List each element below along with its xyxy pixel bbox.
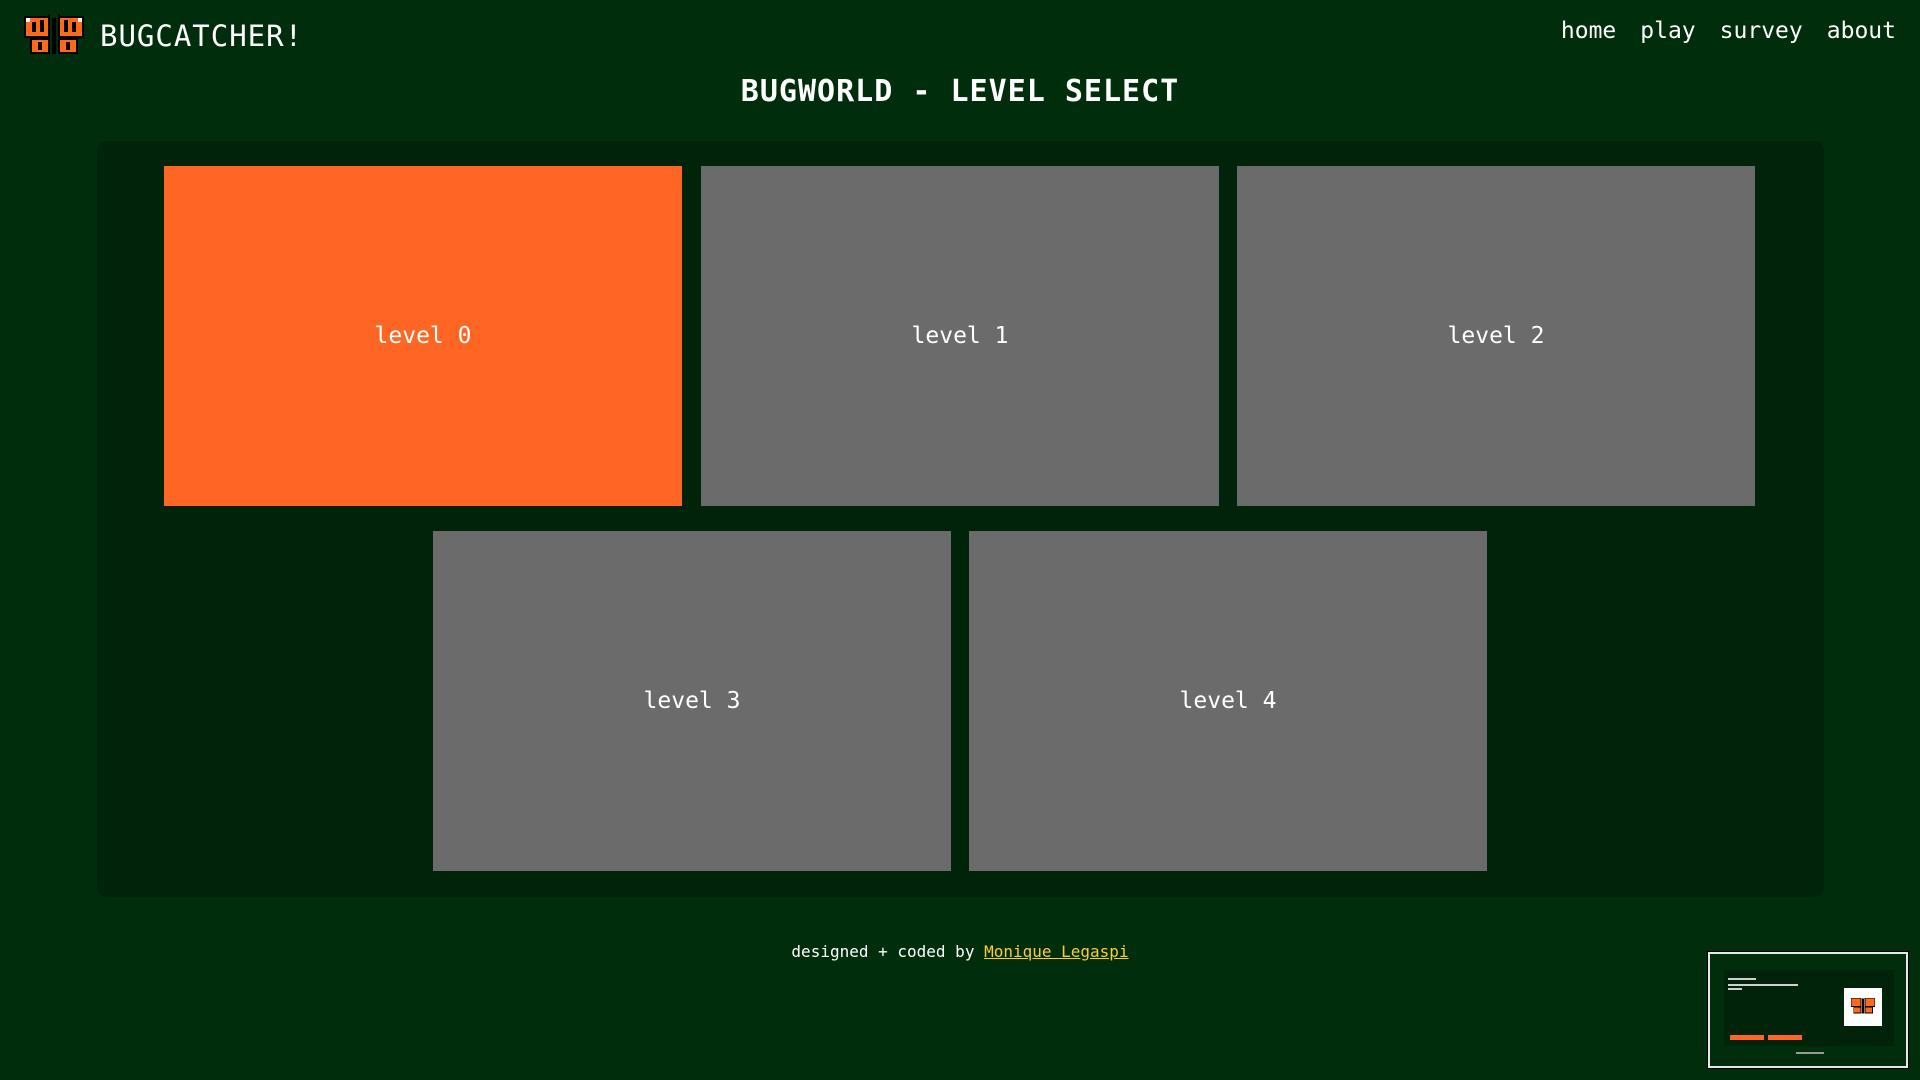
level-0-card[interactable]: level 0 — [164, 166, 682, 506]
level-2-card[interactable]: level 2 — [1237, 166, 1755, 506]
nav-link-about[interactable]: about — [1827, 18, 1896, 44]
nav-links: home play survey about — [1561, 18, 1896, 44]
nav-link-play[interactable]: play — [1640, 18, 1695, 44]
preview-thumbnail[interactable] — [1707, 951, 1909, 1069]
level-4-card[interactable]: level 4 — [969, 531, 1487, 871]
page-title: BUGWORLD - LEVEL SELECT — [740, 74, 1180, 109]
thumbnail-butterfly-image — [1844, 988, 1882, 1026]
nav-link-home[interactable]: home — [1561, 18, 1616, 44]
thumbnail-navbar — [1716, 959, 1902, 963]
thumbnail-text — [1728, 984, 1798, 986]
footer: designed + coded by Monique Legaspi — [0, 942, 1920, 961]
brand-title: BUGCATCHER! — [100, 19, 304, 53]
butterfly-icon — [24, 14, 84, 54]
butterfly-icon — [1850, 997, 1876, 1014]
thumbnail-panel — [1724, 970, 1894, 1046]
level-3-card[interactable]: level 3 — [433, 531, 951, 871]
thumbnail-footer — [1796, 1052, 1824, 1054]
footer-credit: designed + coded by — [791, 942, 985, 961]
navbar: BUGCATCHER! home play survey about — [0, 0, 1920, 72]
thumbnail-text — [1728, 988, 1742, 990]
thumbnail-button — [1730, 1035, 1764, 1040]
level-1-card[interactable]: level 1 — [701, 166, 1219, 506]
brand-home-link[interactable]: BUGCATCHER! — [22, 12, 303, 60]
nav-link-survey[interactable]: survey — [1720, 18, 1803, 44]
thumbnail-heading — [1728, 978, 1756, 980]
thumbnail-button — [1768, 1035, 1802, 1040]
author-link[interactable]: Monique Legaspi — [984, 942, 1129, 961]
level-grid-panel: level 0 level 1 level 2 level 3 level 4 — [97, 141, 1824, 897]
